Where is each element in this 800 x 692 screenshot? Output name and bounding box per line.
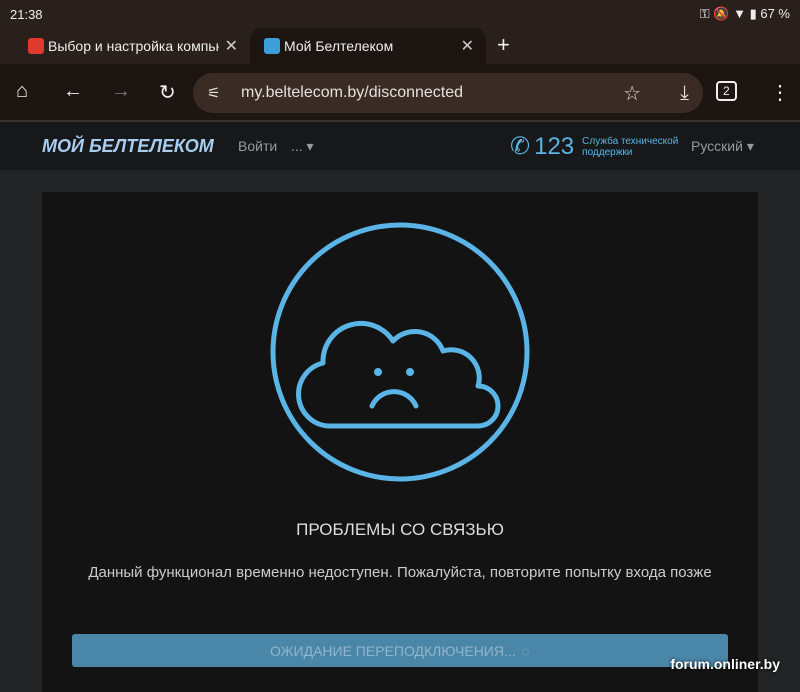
- address-bar[interactable]: ⚟ my.beltelecom.by/disconnected ☆ ⤓: [193, 73, 703, 113]
- site-header: МОЙ БЕЛТЕЛЕКОМ Войти ... ▾ ✆ 123 Служба …: [0, 122, 800, 170]
- reload-icon[interactable]: ↻: [159, 80, 176, 105]
- new-tab-icon[interactable]: +: [497, 32, 510, 58]
- sad-cloud-icon: [270, 222, 530, 482]
- close-icon[interactable]: ✕: [461, 36, 474, 56]
- tab-strip: Выбор и настройка компьютера ✕ Мой Белте…: [0, 28, 800, 64]
- onliner-favicon-icon: [28, 38, 44, 54]
- error-message: Данный функционал временно недоступен. П…: [88, 564, 712, 581]
- spinner-icon: ◌: [521, 642, 530, 659]
- reconnect-button[interactable]: ОЖИДАНИЕ ПЕРЕПОДКЛЮЧЕНИЯ... ◌: [72, 634, 728, 667]
- home-icon[interactable]: ⌂: [16, 80, 28, 103]
- clock: 21:38: [10, 6, 43, 22]
- tab-count-button[interactable]: 2: [716, 81, 737, 101]
- back-icon[interactable]: ←: [63, 80, 83, 103]
- status-bar: 21:38 ⚿ 🔕 ▼ ▮ 67 %: [0, 0, 800, 28]
- battery-level: 67 %: [760, 6, 790, 21]
- tab-beltelecom[interactable]: Мой Белтелеком ✕: [250, 28, 486, 64]
- close-icon[interactable]: ✕: [225, 36, 238, 56]
- more-menu[interactable]: ... ▾: [291, 138, 314, 155]
- menu-icon[interactable]: ⋮: [770, 80, 790, 105]
- language-select[interactable]: Русский ▾: [691, 138, 754, 155]
- browser-toolbar: ⌂ ← → ↻ ⚟ my.beltelecom.by/disconnected …: [0, 64, 800, 122]
- site-settings-icon[interactable]: ⚟: [207, 84, 220, 102]
- star-icon[interactable]: ☆: [623, 81, 641, 106]
- watermark: forum.onliner.by: [670, 656, 780, 672]
- login-link[interactable]: Войти: [238, 138, 277, 154]
- phone-icon: ✆: [510, 133, 531, 160]
- error-title: ПРОБЛЕМЫ СО СВЯЗЬЮ: [296, 520, 504, 539]
- status-icons: ⚿ 🔕 ▼ ▮ 67 %: [699, 6, 790, 21]
- beltelecom-favicon-icon: [264, 38, 280, 54]
- tab-onliner[interactable]: Выбор и настройка компьютера ✕: [0, 28, 250, 64]
- download-icon[interactable]: ⤓: [680, 82, 689, 105]
- disconnected-card: ПРОБЛЕМЫ СО СВЯЗЬЮ Данный функционал вре…: [42, 192, 758, 692]
- forward-icon[interactable]: →: [111, 80, 131, 103]
- site-logo[interactable]: МОЙ БЕЛТЕЛЕКОМ: [42, 136, 214, 157]
- support-phone[interactable]: ✆ 123 Служба технической поддержки: [510, 132, 682, 161]
